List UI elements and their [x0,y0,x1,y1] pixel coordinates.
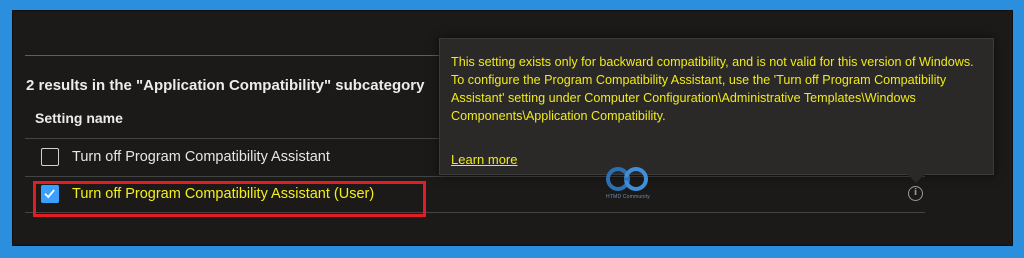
checkbox[interactable] [41,148,59,166]
setting-row[interactable]: Turn off Program Compatibility Assistant [41,142,330,172]
row-divider [25,176,925,177]
setting-label: Turn off Program Compatibility Assistant [72,149,330,165]
learn-more-link[interactable]: Learn more [451,152,517,167]
annotation-highlight-box [33,181,426,217]
results-summary: 2 results in the "Application Compatibil… [26,77,425,94]
htmd-logo-icon [606,167,648,191]
info-icon[interactable]: i [908,186,923,201]
watermark-text: HTMD Community [606,194,650,200]
column-header-setting-name[interactable]: Setting name [35,110,123,126]
watermark-logo: HTMD Community [598,164,658,204]
tooltip: This setting exists only for backward co… [439,38,994,175]
tooltip-text: This setting exists only for backward co… [451,55,974,123]
tooltip-arrow [907,174,925,183]
settings-panel: 2 results in the "Application Compatibil… [12,10,1013,246]
